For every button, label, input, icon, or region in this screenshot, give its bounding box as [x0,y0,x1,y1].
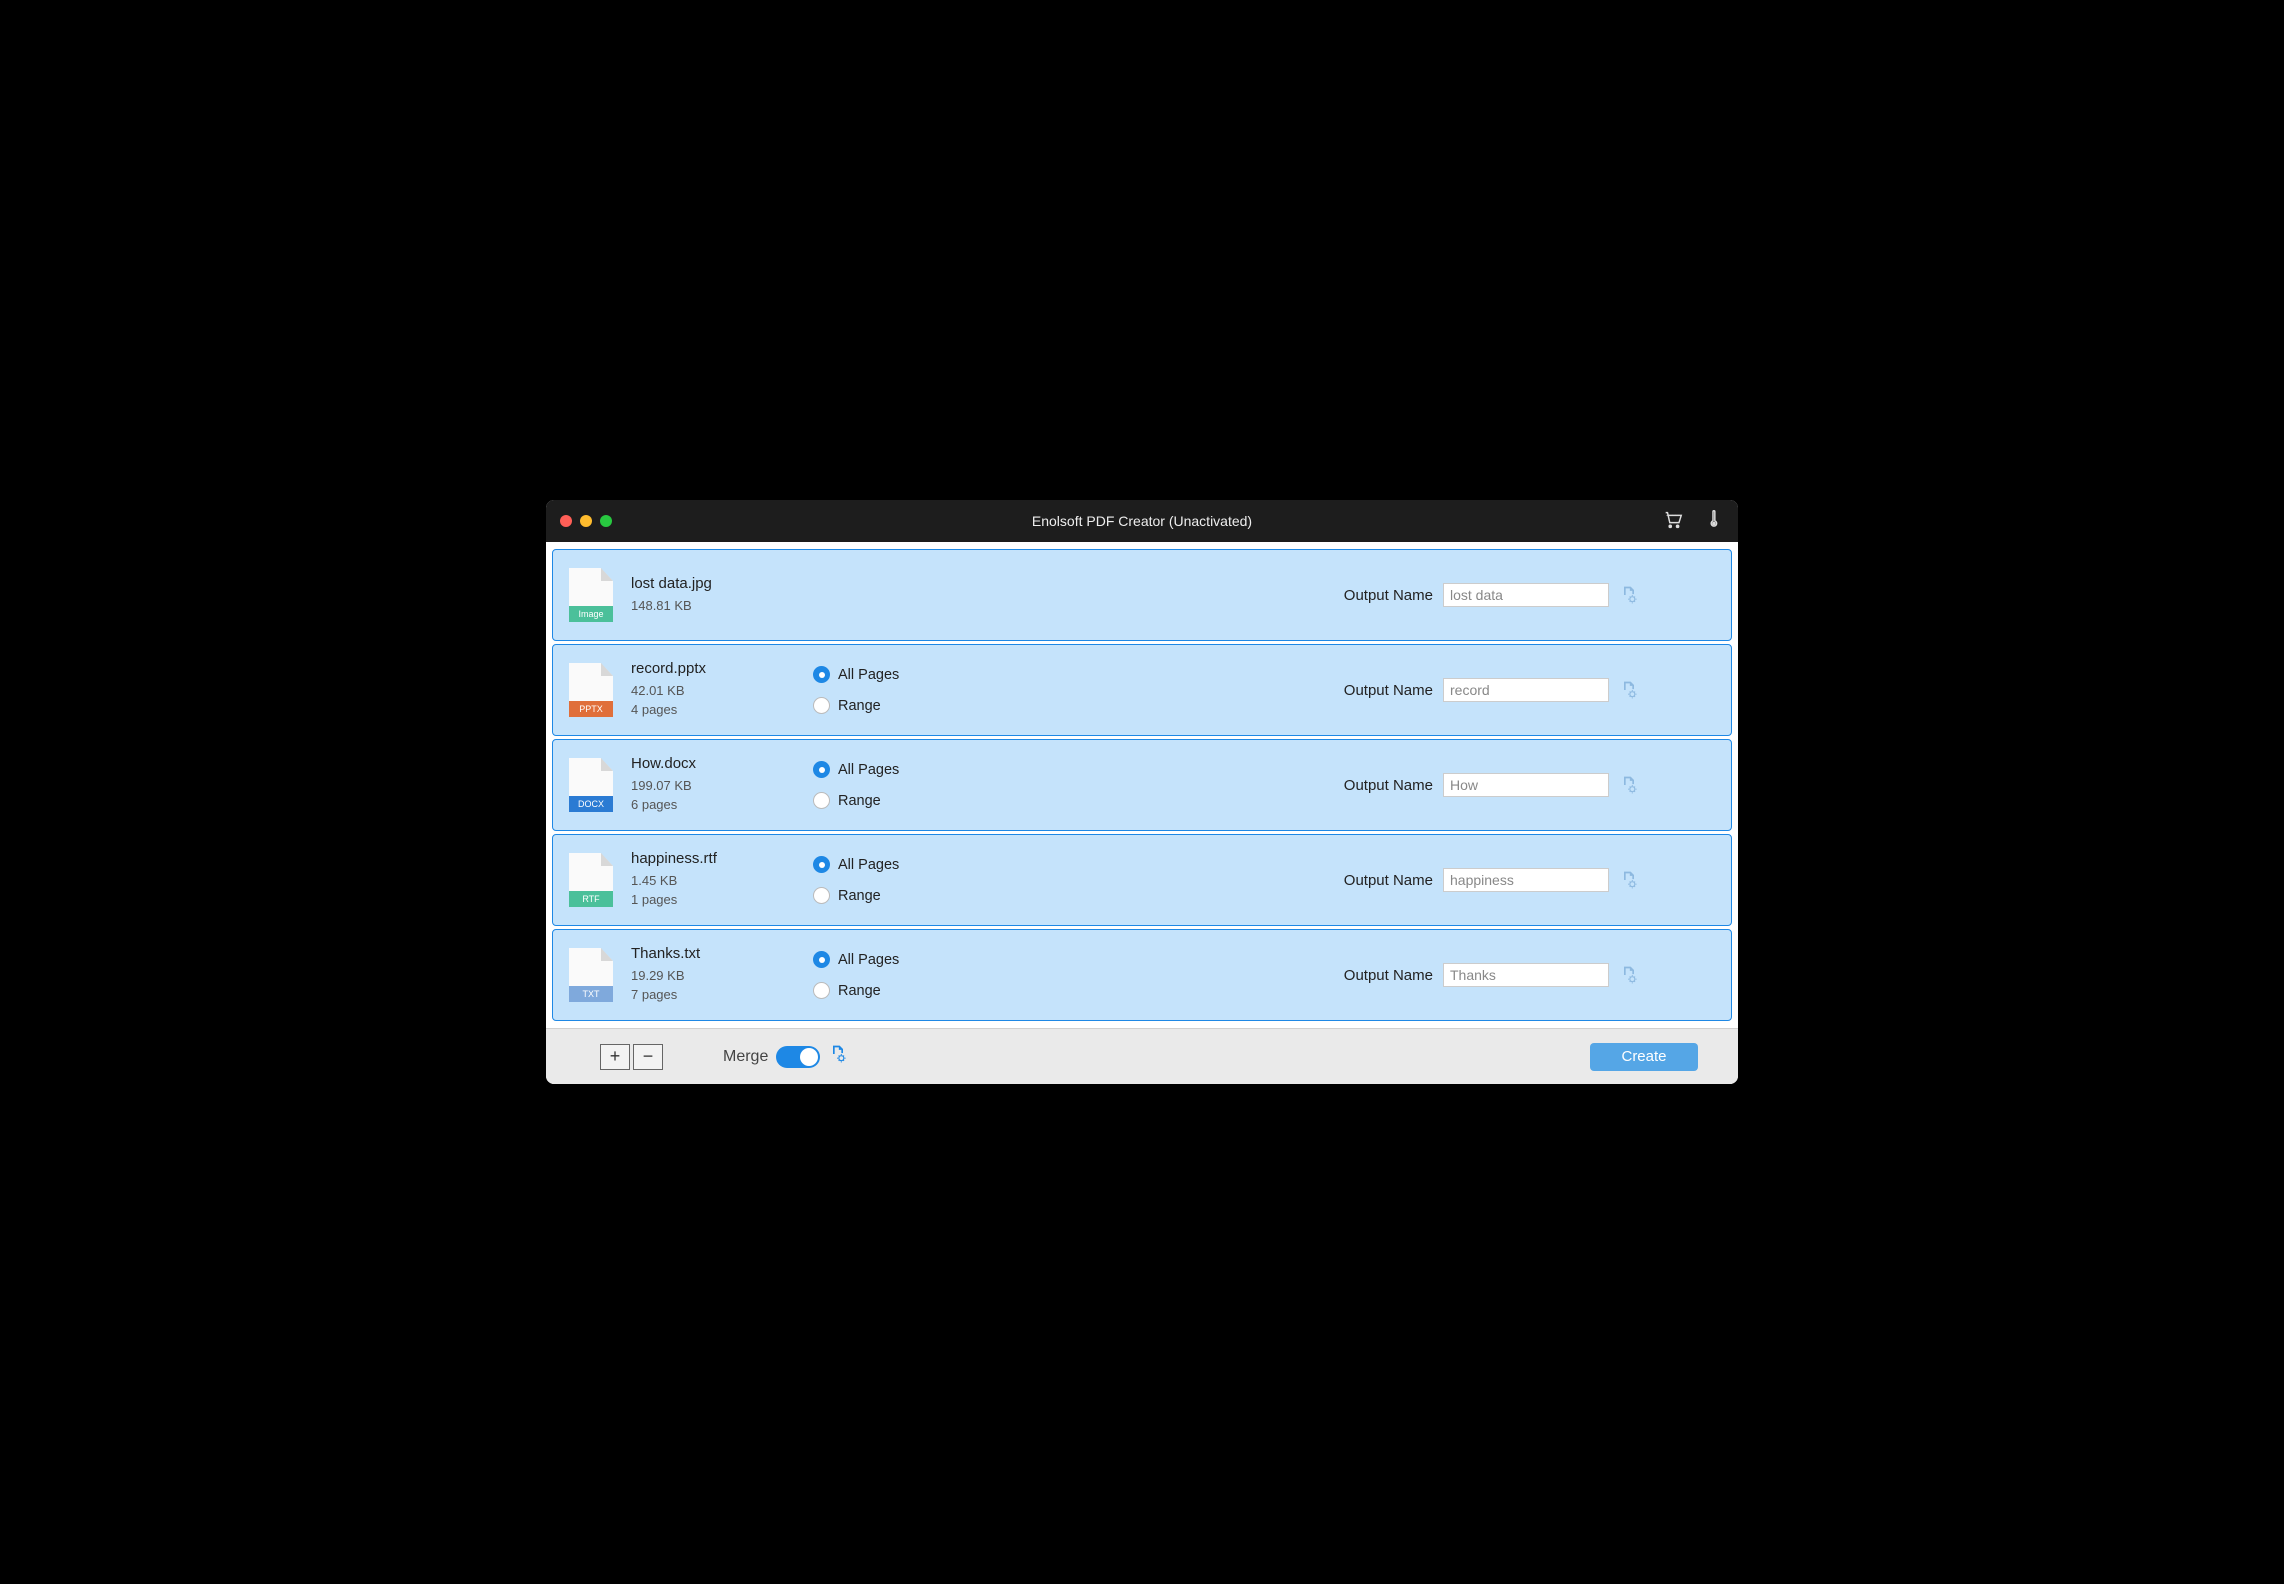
output-name-section: Output Name [1344,678,1715,702]
add-file-button[interactable]: + [600,1044,630,1070]
file-list: Image lost data.jpg 148.81 KB Output Name PP… [546,542,1738,1028]
file-name: Thanks.txt [631,945,813,962]
file-type-icon: DOCX [569,758,613,812]
file-type-icon: PPTX [569,663,613,717]
all-pages-radio[interactable]: All Pages [813,856,1043,873]
file-info: lost data.jpg 148.81 KB [631,575,813,616]
file-row[interactable]: DOCX How.docx 199.07 KB6 pages All Pages Ran… [552,739,1732,831]
page-range-options: All Pages Range [813,761,1043,809]
file-settings-icon[interactable] [1619,585,1639,605]
file-info: How.docx 199.07 KB6 pages [631,755,813,815]
file-size: 19.29 KB [631,967,813,986]
file-row[interactable]: PPTX record.pptx 42.01 KB4 pages All Pages R… [552,644,1732,736]
all-pages-radio[interactable]: All Pages [813,761,1043,778]
output-name-section: Output Name [1344,773,1715,797]
minimize-window-button[interactable] [580,515,592,527]
file-pages: 6 pages [631,796,813,815]
app-window: Enolsoft PDF Creator (Unactivated) Image… [546,500,1738,1084]
page-range-options: All Pages Range [813,951,1043,999]
footer-toolbar: + − Merge Create [546,1028,1738,1084]
file-name: How.docx [631,755,813,772]
file-row[interactable]: TXT Thanks.txt 19.29 KB7 pages All Pages Ran… [552,929,1732,1021]
output-name-section: Output Name [1344,963,1715,987]
all-pages-radio[interactable]: All Pages [813,666,1043,683]
file-pages: 7 pages [631,986,813,1005]
file-settings-icon[interactable] [1619,775,1639,795]
all-pages-radio[interactable]: All Pages [813,951,1043,968]
window-title: Enolsoft PDF Creator (Unactivated) [546,513,1738,529]
range-radio[interactable]: Range [813,697,1043,714]
output-name-input[interactable] [1443,963,1609,987]
window-controls [560,515,612,527]
remove-file-button[interactable]: − [633,1044,663,1070]
output-name-label: Output Name [1344,967,1433,984]
output-name-input[interactable] [1443,678,1609,702]
file-name: record.pptx [631,660,813,677]
file-pages: 1 pages [631,891,813,910]
output-name-label: Output Name [1344,777,1433,794]
range-radio[interactable]: Range [813,887,1043,904]
output-name-label: Output Name [1344,872,1433,889]
file-name: lost data.jpg [631,575,813,592]
thermometer-icon[interactable] [1702,508,1724,535]
range-radio[interactable]: Range [813,982,1043,999]
file-row[interactable]: Image lost data.jpg 148.81 KB Output Name [552,549,1732,641]
output-name-input[interactable] [1443,773,1609,797]
titlebar: Enolsoft PDF Creator (Unactivated) [546,500,1738,542]
file-info: Thanks.txt 19.29 KB7 pages [631,945,813,1005]
file-name: happiness.rtf [631,850,813,867]
file-info: happiness.rtf 1.45 KB1 pages [631,850,813,910]
maximize-window-button[interactable] [600,515,612,527]
range-radio[interactable]: Range [813,792,1043,809]
page-range-options: All Pages Range [813,666,1043,714]
file-settings-icon[interactable] [1619,680,1639,700]
close-window-button[interactable] [560,515,572,527]
file-size: 42.01 KB [631,682,813,701]
merge-toggle[interactable] [776,1046,820,1068]
create-button[interactable]: Create [1590,1043,1698,1071]
output-name-label: Output Name [1344,587,1433,604]
merge-label: Merge [723,1048,768,1066]
file-info: record.pptx 42.01 KB4 pages [631,660,813,720]
output-name-section: Output Name [1344,868,1715,892]
page-range-options: All Pages Range [813,856,1043,904]
output-name-input[interactable] [1443,868,1609,892]
file-pages: 4 pages [631,701,813,720]
output-name-input[interactable] [1443,583,1609,607]
file-type-icon: Image [569,568,613,622]
cart-icon[interactable] [1662,508,1684,535]
merge-settings-icon[interactable] [828,1044,848,1069]
file-type-icon: TXT [569,948,613,1002]
file-size: 199.07 KB [631,777,813,796]
output-name-section: Output Name [1344,583,1715,607]
file-size: 1.45 KB [631,872,813,891]
file-type-icon: RTF [569,853,613,907]
file-settings-icon[interactable] [1619,870,1639,890]
file-size: 148.81 KB [631,597,813,616]
output-name-label: Output Name [1344,682,1433,699]
file-settings-icon[interactable] [1619,965,1639,985]
file-row[interactable]: RTF happiness.rtf 1.45 KB1 pages All Pages R… [552,834,1732,926]
